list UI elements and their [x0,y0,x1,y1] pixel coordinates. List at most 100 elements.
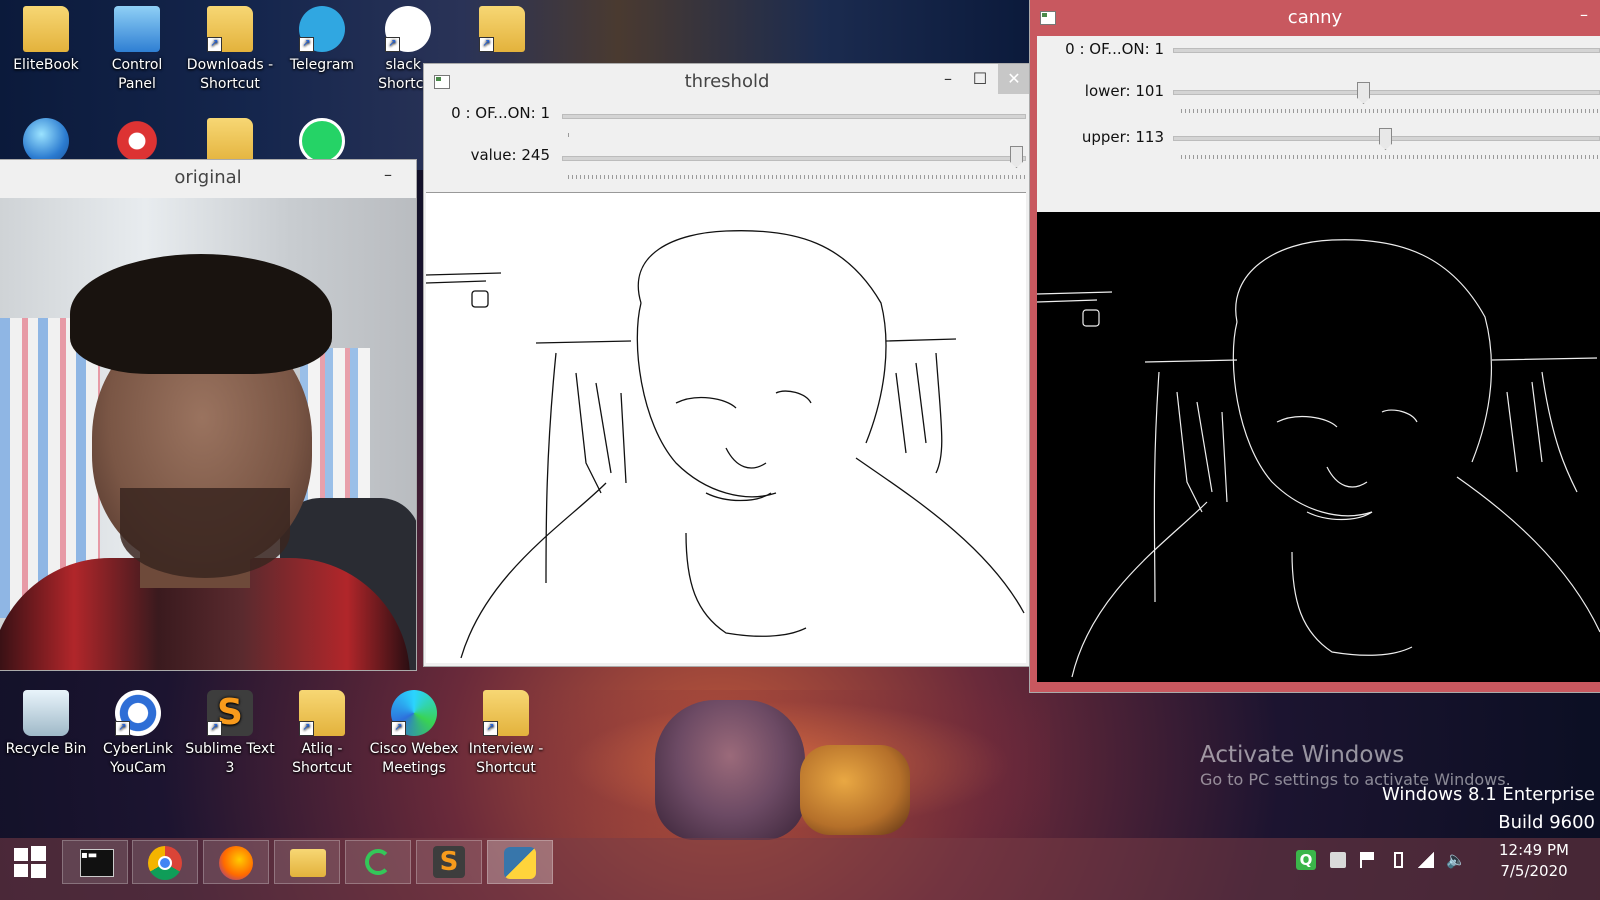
shortcut-arrow-icon: ↗ [299,721,314,736]
trackbar-thumb[interactable] [1357,82,1370,104]
taskbar-sublime[interactable]: S [416,840,482,884]
minimize-button[interactable]: – [932,64,964,94]
desktop-icon-label: CyberLink YouCam [103,741,173,776]
desktop-icon-folder-2[interactable] [184,118,276,160]
original-window[interactable]: original – [0,160,416,670]
trackbar-row: lower: 101 [1037,72,1600,118]
trackbar-row: value: 245 [424,142,1030,184]
taskbar-python[interactable] [487,840,553,884]
flag-icon[interactable] [1360,852,1378,868]
trackbar-label: 0 : OF...ON: 1 [1065,40,1164,58]
shortcut-arrow-icon: ↗ [115,721,130,736]
desktop-icon-youcam[interactable]: ↗ CyberLink YouCam [92,690,184,778]
taskbar-file-explorer[interactable] [274,840,340,884]
desktop-icon-folder-partial[interactable]: ↗ [478,6,526,56]
desktop-icon-telegram[interactable]: ↗ Telegram [276,6,368,75]
original-titlebar[interactable]: original – [0,160,416,196]
network-monitor-icon[interactable] [1330,852,1346,868]
minimize-button[interactable]: – [1568,0,1600,30]
system-clock[interactable]: 12:49 PM 7/5/2020 [1478,840,1590,882]
minimize-button[interactable]: – [372,160,404,190]
activation-watermark: Activate Windows Go to PC settings to ac… [1200,742,1595,833]
trackbar-track[interactable] [1173,90,1600,95]
folder-icon: ↗ [299,690,345,736]
taskbar-terminal[interactable]: ▪▬ [62,840,128,884]
battery-icon[interactable] [1394,852,1403,868]
shortcut-arrow-icon: ↗ [479,37,494,52]
desktop-icon-downloads[interactable]: ↗ Downloads - Shortcut [184,6,276,94]
spinner-app-icon [365,849,391,875]
telegram-icon: ↗ [299,6,345,52]
file-explorer-icon [290,849,326,877]
desktop-icon-whatsapp[interactable] [276,118,368,160]
python-icon [504,847,536,879]
trackbar-track[interactable] [1173,48,1600,53]
clock-time: 12:49 PM [1499,841,1569,859]
desktop-icon-ccleaner[interactable] [91,118,183,160]
taskbar-spinner-app[interactable] [345,840,411,884]
whatsapp-icon [299,118,345,160]
shortcut-arrow-icon: ↗ [299,37,314,52]
window-title: threshold [684,71,770,92]
threshold-window[interactable]: threshold – ☐ ✕ 0 : OF...ON: 1 value: 24… [424,64,1030,666]
youcam-icon: ↗ [115,690,161,736]
maximize-button[interactable]: ☐ [964,64,996,94]
start-button[interactable] [12,844,50,880]
taskbar: ▪▬ S Q 🔈 12:49 PM 7/5/2020 [0,838,1600,900]
webex-icon: ↗ [391,690,437,736]
shortcut-arrow-icon: ↗ [207,721,222,736]
desktop-icon-recycle-bin[interactable]: Recycle Bin [0,690,92,759]
desktop-icon-interview[interactable]: ↗ Interview - Shortcut [460,690,552,778]
trackbar-label: value: 245 [470,146,550,164]
trackbar-ticks [568,133,570,137]
slack-icon: ↗ [385,6,431,52]
trackbar-track[interactable] [562,156,1026,161]
desktop-icon-webex[interactable]: ↗ Cisco Webex Meetings [368,690,460,778]
desktop-icon-atliq[interactable]: ↗ Atliq - Shortcut [276,690,368,778]
trackbar-thumb[interactable] [1379,128,1392,150]
window-title: canny [1287,7,1343,28]
canny-titlebar[interactable]: canny – [1030,0,1600,36]
terminal-icon: ▪▬ [80,849,114,877]
trackbar-label: upper: 113 [1081,128,1164,146]
desktop-icon-label: Atliq - Shortcut [292,741,352,776]
folder-user-icon [23,6,69,52]
edge-sketch [426,229,1025,659]
desktop-icon-label: Sublime Text 3 [185,741,275,776]
window-app-icon [1040,11,1056,25]
globe-icon [23,118,69,160]
desktop-icon-label: Cisco Webex Meetings [369,741,459,776]
trackbar-row: upper: 113 [1037,118,1600,168]
canny-image [1037,212,1600,682]
trackbar-thumb[interactable] [1010,146,1023,168]
desktop-icon-label: EliteBook [13,57,79,73]
signal-icon[interactable] [1418,852,1434,868]
shortcut-arrow-icon: ↗ [207,37,222,52]
trackbar-row: 0 : OF...ON: 1 [1037,36,1600,72]
close-button[interactable]: ✕ [998,64,1030,94]
tray-q-icon[interactable]: Q [1296,850,1316,870]
folder-icon [207,118,253,160]
trackbar-ticks [1181,155,1600,159]
shortcut-arrow-icon: ↗ [391,721,406,736]
taskbar-firefox[interactable] [203,840,269,884]
desktop-icon-label: Control Panel [111,57,163,92]
desktop-icon-sublime[interactable]: S ↗ Sublime Text 3 [184,690,276,778]
trackbar-ticks [1181,109,1600,113]
volume-icon[interactable]: 🔈 [1446,852,1466,868]
control-panel-icon [114,6,160,52]
desktop-icon-control-panel[interactable]: Control Panel [91,6,183,94]
folder-icon: ↗ [483,690,529,736]
desktop-icon-label: Interview - Shortcut [468,741,544,776]
ccleaner-icon [114,118,160,160]
taskbar-chrome[interactable] [132,840,198,884]
desktop-icon-elitebook[interactable]: EliteBook [0,6,92,75]
canny-window[interactable]: canny – 0 : OF...ON: 1 lower: 101 upper:… [1030,0,1600,692]
trackbar-track[interactable] [562,114,1026,119]
downloads-folder-icon: ↗ [207,6,253,52]
desktop-icon-globe[interactable] [0,118,92,160]
firefox-icon [219,846,253,880]
threshold-titlebar[interactable]: threshold – ☐ ✕ [424,64,1030,100]
trackbar-row: 0 : OF...ON: 1 [424,100,1030,142]
windows-edition: Windows 8.1 Enterprise [1381,784,1595,805]
